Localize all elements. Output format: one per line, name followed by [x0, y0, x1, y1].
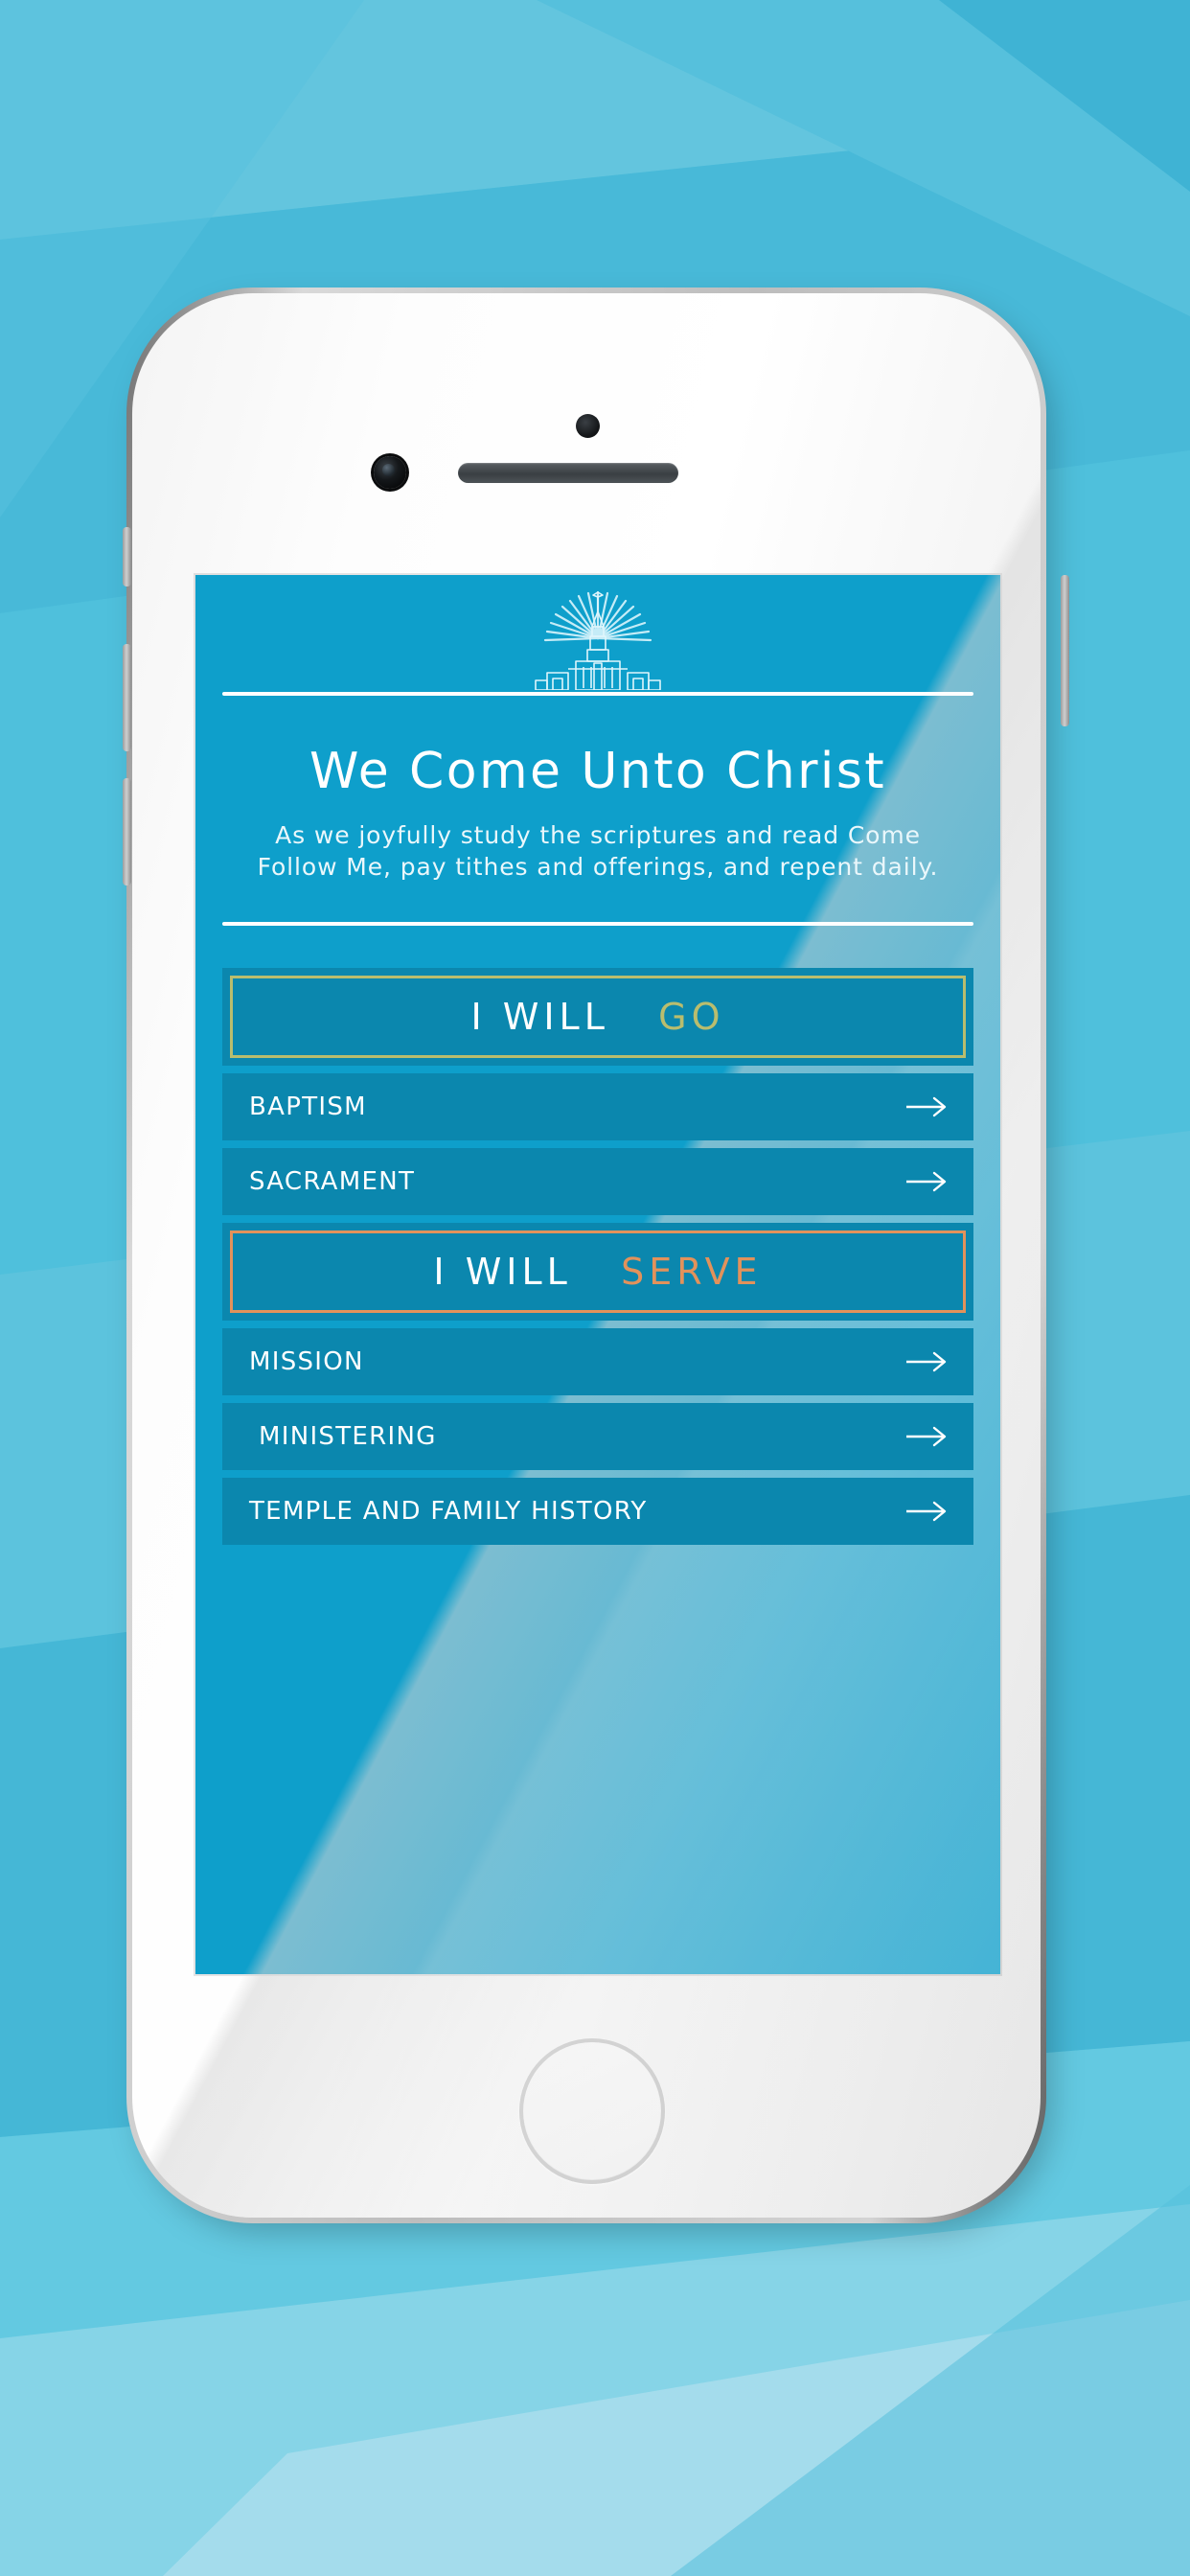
list-item-temple-and-family-history[interactable]: TEMPLE AND FAMILY HISTORY: [222, 1477, 973, 1545]
section-go-prefix: I WILL: [470, 995, 609, 1038]
front-camera-icon: [374, 456, 406, 489]
list-item-label: TEMPLE AND FAMILY HISTORY: [249, 1496, 648, 1526]
section-go-accent: GO: [658, 995, 725, 1038]
list-item-baptism[interactable]: BAPTISM: [222, 1072, 973, 1140]
divider-bottom: [222, 921, 973, 926]
section-header-serve[interactable]: I WILL SERVE: [222, 1222, 973, 1321]
section-header-serve-frame: I WILL SERVE: [230, 1230, 966, 1313]
volume-down-button[interactable]: [123, 778, 131, 886]
app-screen: We Come Unto Christ As we joyfully study…: [195, 575, 1000, 1974]
arrow-right-icon: [906, 1096, 947, 1116]
earpiece-speaker-icon: [458, 463, 678, 483]
arrow-right-icon: [906, 1501, 947, 1521]
list-item-ministering[interactable]: MINISTERING: [222, 1402, 973, 1470]
section-header-go-frame: I WILL GO: [230, 975, 966, 1058]
menu-list: I WILL GO BAPTISM SACRAMENT I WILL SERVE…: [222, 967, 973, 1545]
section-serve-prefix: I WILL: [433, 1250, 572, 1293]
list-item-mission[interactable]: MISSION: [222, 1327, 973, 1395]
mute-switch-button[interactable]: [123, 527, 131, 586]
phone-body: We Come Unto Christ As we joyfully study…: [132, 293, 1041, 2218]
page-title: We Come Unto Christ: [309, 743, 887, 800]
list-item-label: BAPTISM: [249, 1092, 367, 1121]
divider-top: [222, 692, 973, 696]
arrow-right-icon: [906, 1426, 947, 1446]
arrow-right-icon: [906, 1171, 947, 1191]
page-subtitle: As we joyfully study the scriptures and …: [257, 820, 939, 882]
list-item-label: MISSION: [249, 1346, 364, 1376]
list-item-label: MINISTERING: [259, 1421, 437, 1451]
proximity-sensor-icon: [576, 414, 600, 438]
arrow-right-icon: [906, 1351, 947, 1371]
phone-mockup: We Come Unto Christ As we joyfully study…: [123, 288, 1069, 2242]
section-serve-accent: SERVE: [621, 1250, 763, 1293]
section-header-go[interactable]: I WILL GO: [222, 967, 973, 1066]
power-button[interactable]: [1061, 575, 1069, 726]
list-item-label: SACRAMENT: [249, 1166, 416, 1196]
list-item-sacrament[interactable]: SACRAMENT: [222, 1147, 973, 1215]
temple-icon: [222, 586, 973, 690]
volume-up-button[interactable]: [123, 644, 131, 751]
home-button[interactable]: [519, 2038, 665, 2184]
